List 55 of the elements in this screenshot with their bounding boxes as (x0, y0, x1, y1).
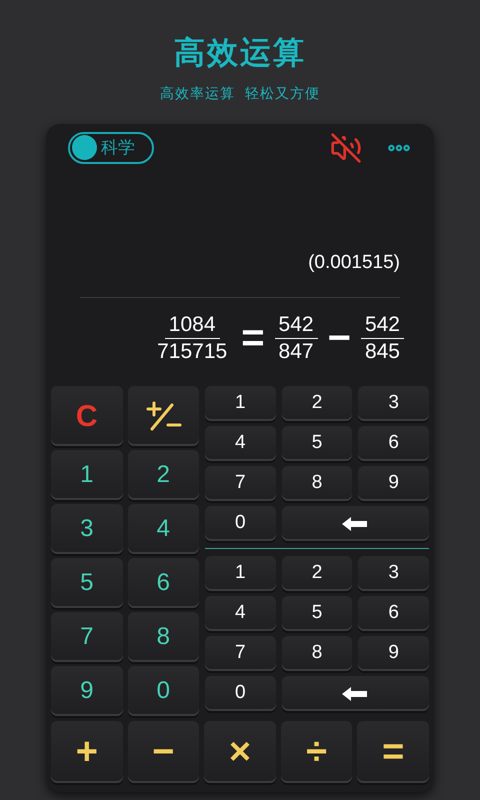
app-subtitle: 高效率运算 轻松又方便 (160, 84, 320, 102)
pad-key[interactable]: 9 (358, 636, 429, 671)
pad-key[interactable]: 1 (205, 386, 276, 421)
pad-key[interactable]: 4 (205, 426, 276, 461)
digit-key[interactable]: 3 (51, 504, 122, 554)
sign-key[interactable] (128, 386, 199, 446)
backspace-icon (342, 516, 368, 532)
operator-key[interactable]: × (204, 721, 276, 783)
denominator: 847 (278, 338, 315, 364)
backspace-icon (342, 686, 368, 702)
pad-key[interactable]: 0 (205, 676, 276, 711)
backspace-key[interactable] (282, 506, 429, 541)
plus-minus-icon (144, 400, 182, 432)
pad-key[interactable]: 7 (205, 636, 276, 671)
operator-key[interactable]: + (51, 721, 123, 783)
backspace-key[interactable] (282, 676, 429, 711)
digit-key[interactable]: 9 (51, 666, 122, 716)
numerator: 542 (274, 312, 318, 338)
pad-key[interactable]: 6 (358, 596, 429, 631)
numerator: 1084 (164, 312, 220, 338)
numerator: 542 (360, 312, 404, 338)
clear-key[interactable]: C (51, 386, 122, 446)
mode-switch[interactable]: 科学 (68, 132, 154, 164)
pad-key[interactable]: 8 (282, 636, 352, 671)
digit-key[interactable]: 8 (128, 612, 199, 662)
operator-key[interactable]: = (357, 721, 429, 783)
pad-key[interactable]: 6 (358, 426, 429, 461)
operator-sign: = (241, 318, 265, 358)
denominator: 715715 (156, 338, 228, 364)
pad-key[interactable]: 2 (282, 386, 352, 421)
pad-key[interactable]: 9 (358, 466, 429, 501)
digit-key[interactable]: 5 (51, 558, 122, 608)
digit-key[interactable]: 2 (128, 450, 199, 500)
digit-key[interactable]: 4 (128, 504, 199, 554)
pad-key[interactable]: 7 (205, 466, 276, 501)
operator-key[interactable]: ÷ (280, 721, 352, 783)
digit-key[interactable]: 1 (51, 450, 122, 500)
pad-key[interactable]: 3 (358, 556, 429, 591)
pad-key[interactable]: 8 (282, 466, 352, 501)
denominator: 845 (364, 338, 401, 364)
operator-sign: − (328, 318, 351, 358)
digit-key[interactable]: 6 (128, 558, 199, 608)
pad-key[interactable]: 4 (205, 596, 276, 631)
sound-off-icon[interactable] (330, 132, 362, 164)
operator-key[interactable]: − (128, 721, 200, 783)
decimal-result: (0.001515) (308, 250, 400, 274)
pad-key[interactable]: 1 (205, 556, 276, 591)
digit-key[interactable]: 7 (51, 612, 122, 662)
pad-key[interactable]: 5 (282, 426, 352, 461)
pad-key[interactable]: 0 (205, 506, 276, 541)
pad-key[interactable]: 2 (282, 556, 352, 591)
pad-key[interactable]: 5 (282, 596, 352, 631)
app-title: 高效运算 (174, 34, 306, 72)
pad-key[interactable]: 3 (358, 386, 429, 421)
digit-key[interactable]: 0 (128, 666, 199, 716)
